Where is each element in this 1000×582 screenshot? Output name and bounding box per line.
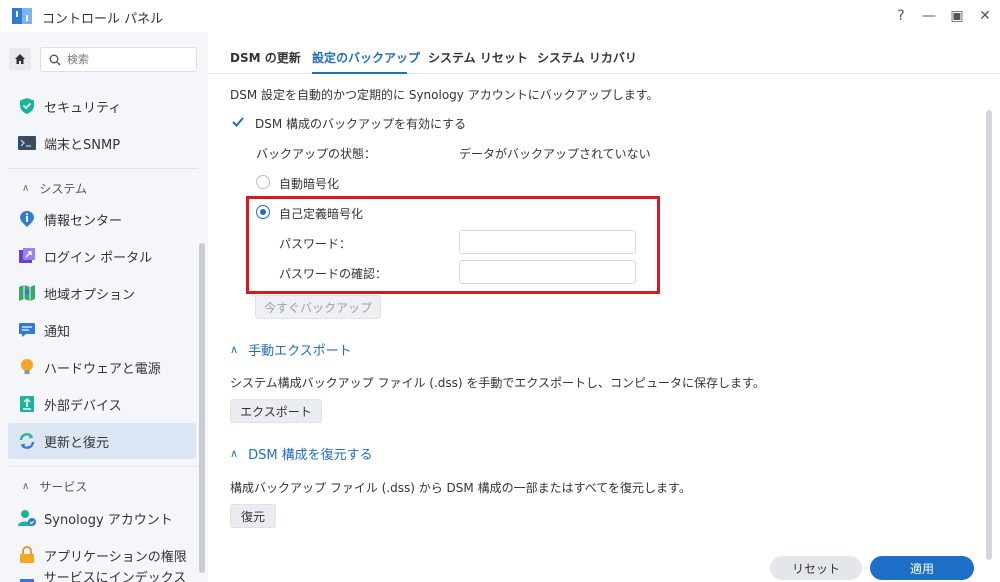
sidebar-item-external-devices[interactable]: 外部デバイス [8,386,196,422]
sidebar-item-label: アプリケーションの権限 [44,549,187,565]
auto-encrypt-label[interactable]: 自動暗号化 [279,175,339,192]
highlight-box [246,196,660,294]
tab-dsm-update[interactable]: DSM の更新 [230,49,301,66]
sidebar-item-security[interactable]: セキュリティ [8,88,196,124]
sidebar-section-system[interactable]: ∧ システム [22,180,87,197]
index-icon [18,577,36,582]
export-heading: 手動エクスポート [248,344,352,359]
control-panel-icon [12,6,34,26]
reset-button[interactable]: リセット [770,556,862,580]
sidebar-item-update-restore[interactable]: 更新と復元 [8,423,196,459]
sidebar-item-notification[interactable]: 通知 [8,312,196,348]
chevron-up-icon: ∧ [22,481,30,492]
sidebar-scrollbar[interactable] [199,243,205,573]
auto-encrypt-radio[interactable] [256,175,270,189]
external-device-icon [18,395,36,413]
close-icon[interactable]: ✕ [975,6,995,26]
sidebar-divider [8,466,198,467]
search-box[interactable] [40,47,197,72]
enable-backup-label[interactable]: DSM 構成のバックアップを有効にする [255,115,466,132]
sidebar-item-login-portal[interactable]: ログイン ポータル [8,238,196,274]
export-description: システム構成バックアップ ファイル (.dss) を手動でエクスポートし、コンピ… [230,376,765,390]
section-label: サービス [39,480,88,494]
apply-button[interactable]: 適用 [870,556,974,580]
info-icon [18,210,36,228]
sidebar-item-hardware-power[interactable]: ハードウェアと電源 [8,349,196,385]
backup-status-value: データがバックアップされていない [459,147,651,161]
bulb-icon [18,358,36,376]
sidebar-item-terminal[interactable]: 端末とSNMP [8,125,196,161]
checkmark-icon [232,117,244,127]
tab-system-recovery[interactable]: システム リカバリ [537,49,637,66]
lock-icon [18,546,36,564]
restore-section-toggle[interactable]: ∧ DSM 構成を復元する [230,444,373,463]
content-scrollbar[interactable] [986,110,992,560]
chevron-up-icon: ∧ [22,183,30,194]
chevron-up-icon: ∧ [230,343,239,356]
sidebar-item-label: 端末とSNMP [44,137,121,153]
sidebar-item-regional-options[interactable]: 地域オプション [8,275,196,311]
tab-config-backup[interactable]: 設定のバックアップ [312,49,420,66]
backup-status-label: バックアップの状態： [256,147,377,161]
sidebar-item-label: ログイン ポータル [44,250,153,266]
sidebar-item-label: 通知 [44,324,71,340]
portal-icon [18,247,36,265]
notification-icon [18,321,36,339]
chevron-up-icon: ∧ [230,447,239,460]
update-icon [18,432,36,450]
enable-backup-checkbox[interactable] [231,115,245,129]
search-icon [49,54,61,65]
sidebar-item-label: サービスにインデックスを [43,571,187,582]
map-icon [18,284,36,302]
sidebar-item-label: セキュリティ [44,100,122,116]
home-icon [15,54,25,64]
main-content: DSM 設定を自動的かつ定期的に Synology アカウントにバックアップしま… [208,74,1000,582]
restore-heading: DSM 構成を復元する [248,448,373,463]
sidebar: セキュリティ 端末とSNMP ∧ システム 情報センター ログイン ポータル 地… [0,32,208,582]
export-section-toggle[interactable]: ∧ 手動エクスポート [230,340,352,359]
backup-now-button[interactable]: 今すぐバックアップ [255,295,381,319]
account-icon [18,509,36,527]
backup-description: DSM 設定を自動的かつ定期的に Synology アカウントにバックアップしま… [230,88,659,102]
sidebar-item-indexing[interactable]: サービスにインデックスを [8,568,196,582]
sidebar-item-synology-account[interactable]: Synology アカウント [8,500,196,536]
tab-bar: DSM の更新 設定のバックアップ システム リセット システム リカバリ [208,32,1000,74]
shield-icon [18,97,36,115]
help-icon[interactable]: ? [891,6,911,26]
sidebar-section-services[interactable]: ∧ サービス [22,478,87,495]
sidebar-item-info-center[interactable]: 情報センター [8,201,196,237]
tab-system-reset[interactable]: システム リセット [428,49,528,66]
search-input[interactable] [67,53,187,66]
sidebar-divider [8,168,198,169]
section-label: システム [39,182,87,196]
home-button[interactable] [9,48,31,70]
title-bar: コントロール パネル ? — ▣ ✕ [0,0,1000,32]
sidebar-item-label: Synology アカウント [44,512,173,528]
sidebar-item-label: 更新と復元 [44,435,110,451]
minimize-icon[interactable]: — [919,6,939,26]
terminal-icon [18,134,36,152]
sidebar-item-label: ハードウェアと電源 [44,361,161,377]
window-title: コントロール パネル [42,12,164,27]
sidebar-item-label: 地域オプション [44,287,136,303]
sidebar-item-label: 外部デバイス [44,398,122,414]
restore-description: 構成バックアップ ファイル (.dss) から DSM 構成の一部またはすべてを… [230,481,691,495]
restore-button[interactable]: 復元 [230,504,276,528]
maximize-icon[interactable]: ▣ [947,6,967,26]
sidebar-item-label: 情報センター [44,213,123,229]
export-button[interactable]: エクスポート [230,399,322,423]
